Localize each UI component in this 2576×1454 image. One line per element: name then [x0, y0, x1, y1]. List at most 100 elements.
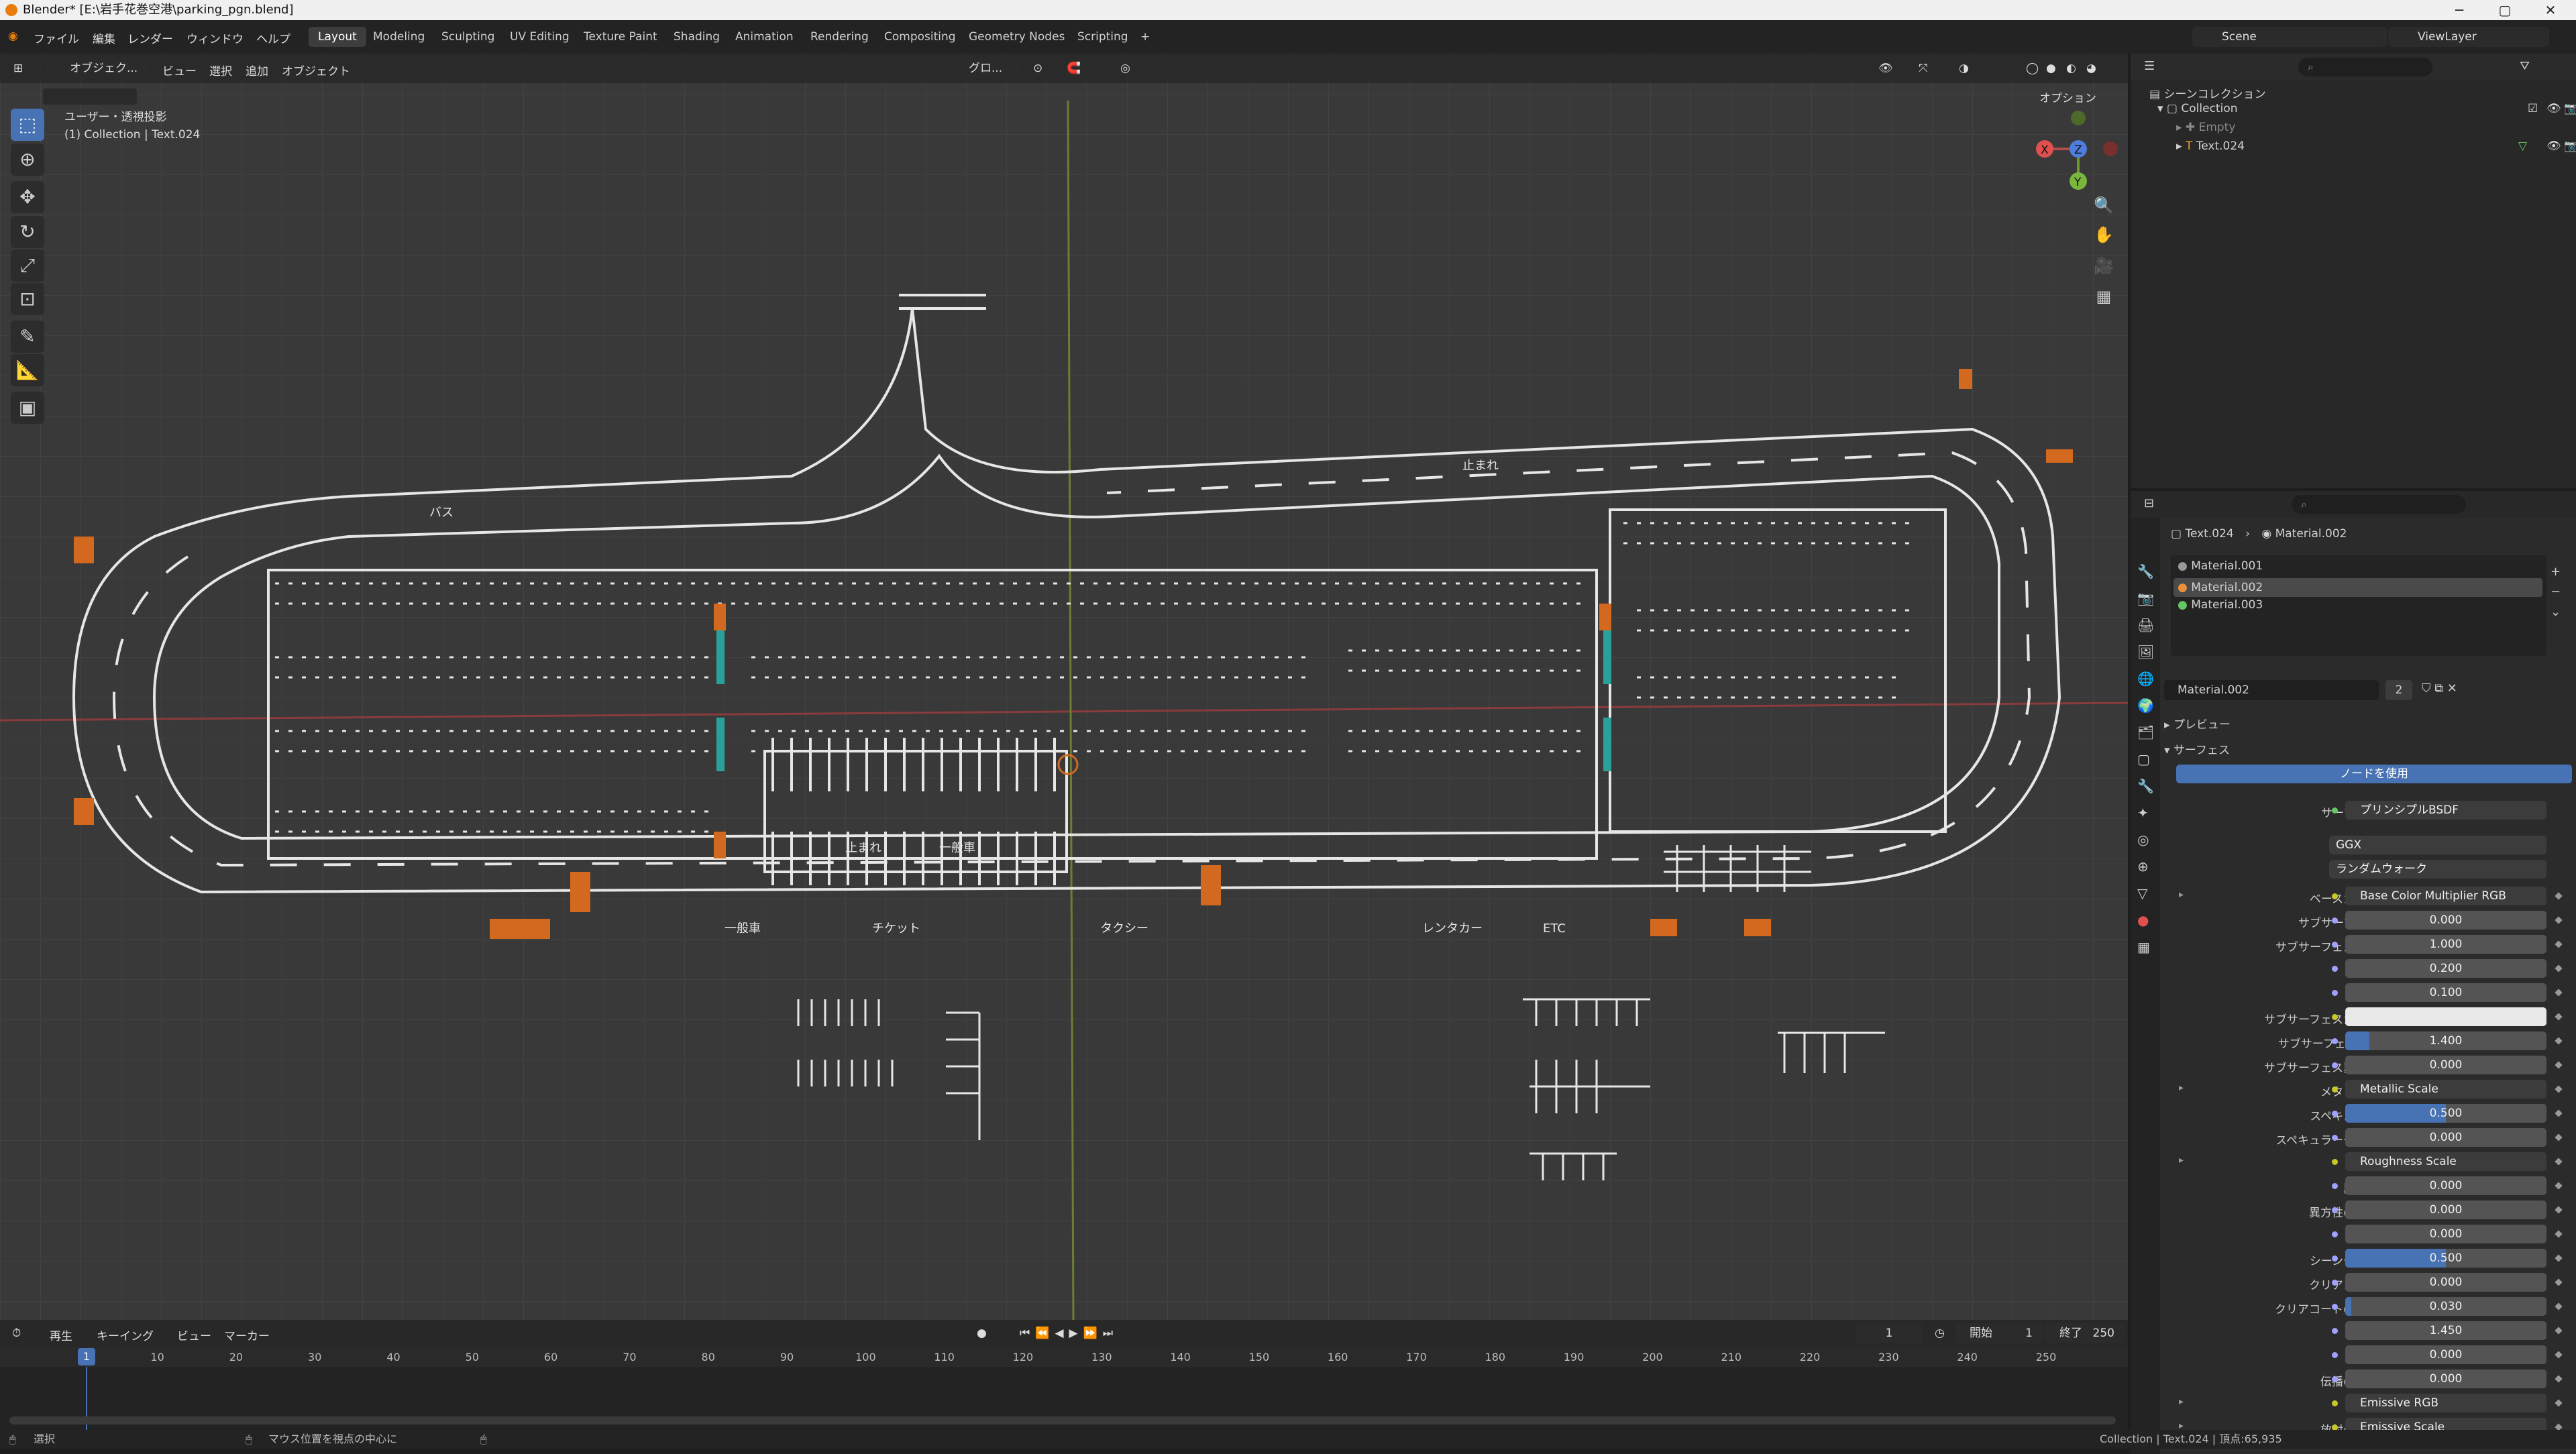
- properties-search[interactable]: ⌕: [2292, 495, 2466, 514]
- socket-icon[interactable]: [2332, 893, 2338, 899]
- outliner-item-text[interactable]: ▸ T Text.024 ▽ 👁 📷: [2176, 139, 2576, 158]
- timeline-menu-view[interactable]: ビュー: [177, 1327, 211, 1343]
- add-cube-tool[interactable]: ▣: [11, 392, 44, 424]
- text-camera-icon[interactable]: 📷: [2564, 139, 2576, 153]
- socket-icon[interactable]: [2332, 1280, 2338, 1286]
- menu-edit[interactable]: 編集: [93, 30, 115, 46]
- timeline-scrollbar[interactable]: [9, 1416, 2116, 1424]
- editor-type-icon[interactable]: ⊞: [13, 62, 23, 75]
- 3d-viewport[interactable]: 止まれ 一般車 タクシー 一般車 チケット レンタカー ETC バス 止まれ X…: [0, 54, 2128, 1320]
- keyframe-icon[interactable]: [2555, 892, 2563, 900]
- linked-node-field[interactable]: Emissive RGB: [2345, 1394, 2546, 1412]
- viewport-menu-select[interactable]: 選択: [209, 62, 232, 78]
- rotate-tool[interactable]: ↻: [11, 216, 44, 248]
- socket-icon[interactable]: [2332, 966, 2338, 972]
- keyframe-icon[interactable]: [2555, 1158, 2563, 1166]
- linked-node-field[interactable]: Roughness Scale: [2345, 1152, 2546, 1171]
- socket-icon[interactable]: [2332, 1183, 2338, 1189]
- number-field[interactable]: 0.500: [2345, 1249, 2546, 1268]
- timeline-editor-icon[interactable]: ⏱: [12, 1327, 21, 1340]
- collection-checkbox-icon[interactable]: ☑: [2528, 102, 2538, 115]
- maximize-icon[interactable]: ▢: [2485, 0, 2525, 20]
- expand-arrow-icon[interactable]: ▸: [2179, 1082, 2184, 1093]
- scene-selector[interactable]: Scene: [2192, 27, 2387, 47]
- collection-eye-icon[interactable]: 👁: [2546, 102, 2561, 115]
- number-field[interactable]: 1.000: [2345, 935, 2546, 954]
- outliner-item-collection[interactable]: ▾ ▢ Collection ☑ 👁 📷: [2157, 102, 2576, 121]
- keyframe-icon[interactable]: [2555, 1206, 2563, 1214]
- keyframe-icon[interactable]: [2555, 1109, 2563, 1117]
- menu-window[interactable]: ウィンドウ: [186, 30, 244, 46]
- end-frame-field[interactable]: 終了 250: [2046, 1323, 2125, 1343]
- linked-node-field[interactable]: Metallic Scale: [2345, 1080, 2546, 1099]
- keyframe-icon[interactable]: [2555, 1013, 2563, 1021]
- socket-icon[interactable]: [2332, 1207, 2338, 1213]
- keyframe-icon[interactable]: [2555, 1037, 2563, 1045]
- keyframe-icon[interactable]: [2555, 1133, 2563, 1141]
- viewport-menu-add[interactable]: 追加: [246, 62, 268, 78]
- proportional-icon[interactable]: ◎: [1120, 62, 1130, 75]
- expand-arrow-icon[interactable]: ▸: [2179, 1396, 2184, 1407]
- number-field[interactable]: 0.200: [2345, 959, 2546, 978]
- preview-range-icon[interactable]: ◷: [1935, 1327, 1945, 1340]
- cursor-tool[interactable]: ⊕: [11, 144, 44, 176]
- pan-hand-icon[interactable]: ✋: [2092, 223, 2116, 247]
- tab-texture-paint[interactable]: Texture Paint: [574, 27, 667, 47]
- panel-preview[interactable]: ▸ プレビュー: [2164, 715, 2231, 732]
- shading-material-icon[interactable]: ◐: [2066, 62, 2076, 75]
- record-icon[interactable]: ●: [977, 1327, 987, 1340]
- number-field[interactable]: 0.030: [2345, 1297, 2546, 1316]
- socket-icon[interactable]: [2332, 1038, 2338, 1044]
- keyframe-icon[interactable]: [2555, 1327, 2563, 1335]
- annotate-tool[interactable]: ✎: [11, 321, 44, 353]
- menu-help[interactable]: ヘルプ: [256, 30, 290, 46]
- close-icon[interactable]: ✕: [2530, 0, 2571, 20]
- tab-uv-editing[interactable]: UV Editing: [500, 27, 579, 47]
- menu-render[interactable]: レンダー: [127, 30, 173, 46]
- slot-item-1[interactable]: ● Material.001: [2178, 559, 2263, 573]
- number-field[interactable]: 0.000: [2345, 1345, 2546, 1364]
- tab-sculpting[interactable]: Sculpting: [432, 27, 504, 47]
- tab-geometry-nodes[interactable]: Geometry Nodes: [959, 27, 1074, 47]
- keyframe-icon[interactable]: [2555, 1375, 2563, 1383]
- viewport-menu-view[interactable]: ビュー: [162, 62, 197, 78]
- number-field[interactable]: 0.500: [2345, 1104, 2546, 1123]
- minimize-icon[interactable]: ─: [2439, 0, 2479, 20]
- measure-tool[interactable]: 📐: [11, 354, 44, 386]
- surface-shader-field[interactable]: プリンシプルBSDF: [2345, 801, 2546, 820]
- number-field[interactable]: 0.000: [2345, 1176, 2546, 1195]
- shading-render-icon[interactable]: ◕: [2086, 62, 2096, 75]
- viewlayer-selector[interactable]: ViewLayer: [2388, 27, 2549, 47]
- number-field[interactable]: 0.000: [2345, 1128, 2546, 1147]
- socket-icon[interactable]: [2332, 1304, 2338, 1310]
- keyframe-icon[interactable]: [2555, 1061, 2563, 1069]
- use-nodes-button[interactable]: ノードを使用: [2176, 765, 2572, 783]
- zoom-icon[interactable]: 🔍: [2092, 193, 2116, 217]
- socket-icon[interactable]: [2332, 1159, 2338, 1165]
- outliner-search[interactable]: ⌕: [2298, 58, 2432, 76]
- slot-add-remove-buttons[interactable]: + − ⌄: [2551, 562, 2561, 622]
- slot-item-2[interactable]: ● Material.002: [2174, 578, 2542, 597]
- text-eye-icon[interactable]: 👁: [2546, 139, 2561, 153]
- number-field[interactable]: 0.000: [2345, 1273, 2546, 1292]
- playhead[interactable]: 1: [78, 1348, 95, 1365]
- socket-icon[interactable]: [2332, 1135, 2338, 1141]
- scale-tool[interactable]: ⤢: [11, 249, 44, 282]
- shading-wire-icon[interactable]: ◯: [2026, 62, 2039, 75]
- tab-shading[interactable]: Shading: [664, 27, 729, 47]
- outliner-item-empty[interactable]: ▸ ✚ Empty: [2176, 121, 2572, 139]
- socket-icon[interactable]: [2332, 1086, 2338, 1093]
- material-name-field[interactable]: Material.002: [2164, 680, 2379, 700]
- gizmo-toggle-icon[interactable]: ⤧: [1919, 62, 1928, 75]
- slot-item-3[interactable]: ● Material.003: [2178, 598, 2263, 612]
- current-frame-field[interactable]: 1: [1856, 1323, 1923, 1343]
- expand-arrow-icon[interactable]: ▸: [2179, 889, 2184, 900]
- keyframe-icon[interactable]: [2555, 1302, 2563, 1310]
- number-field[interactable]: 0.000: [2345, 1056, 2546, 1074]
- select-mode-buttons[interactable]: [43, 89, 137, 105]
- material-fake-user-icon[interactable]: ⛉ ⧉ ✕: [2422, 681, 2457, 695]
- socket-icon[interactable]: [2332, 1062, 2338, 1068]
- keyframe-icon[interactable]: [2555, 916, 2563, 924]
- viewport-menu-object[interactable]: オブジェクト: [282, 62, 350, 78]
- tab-scripting[interactable]: Scripting: [1068, 27, 1138, 47]
